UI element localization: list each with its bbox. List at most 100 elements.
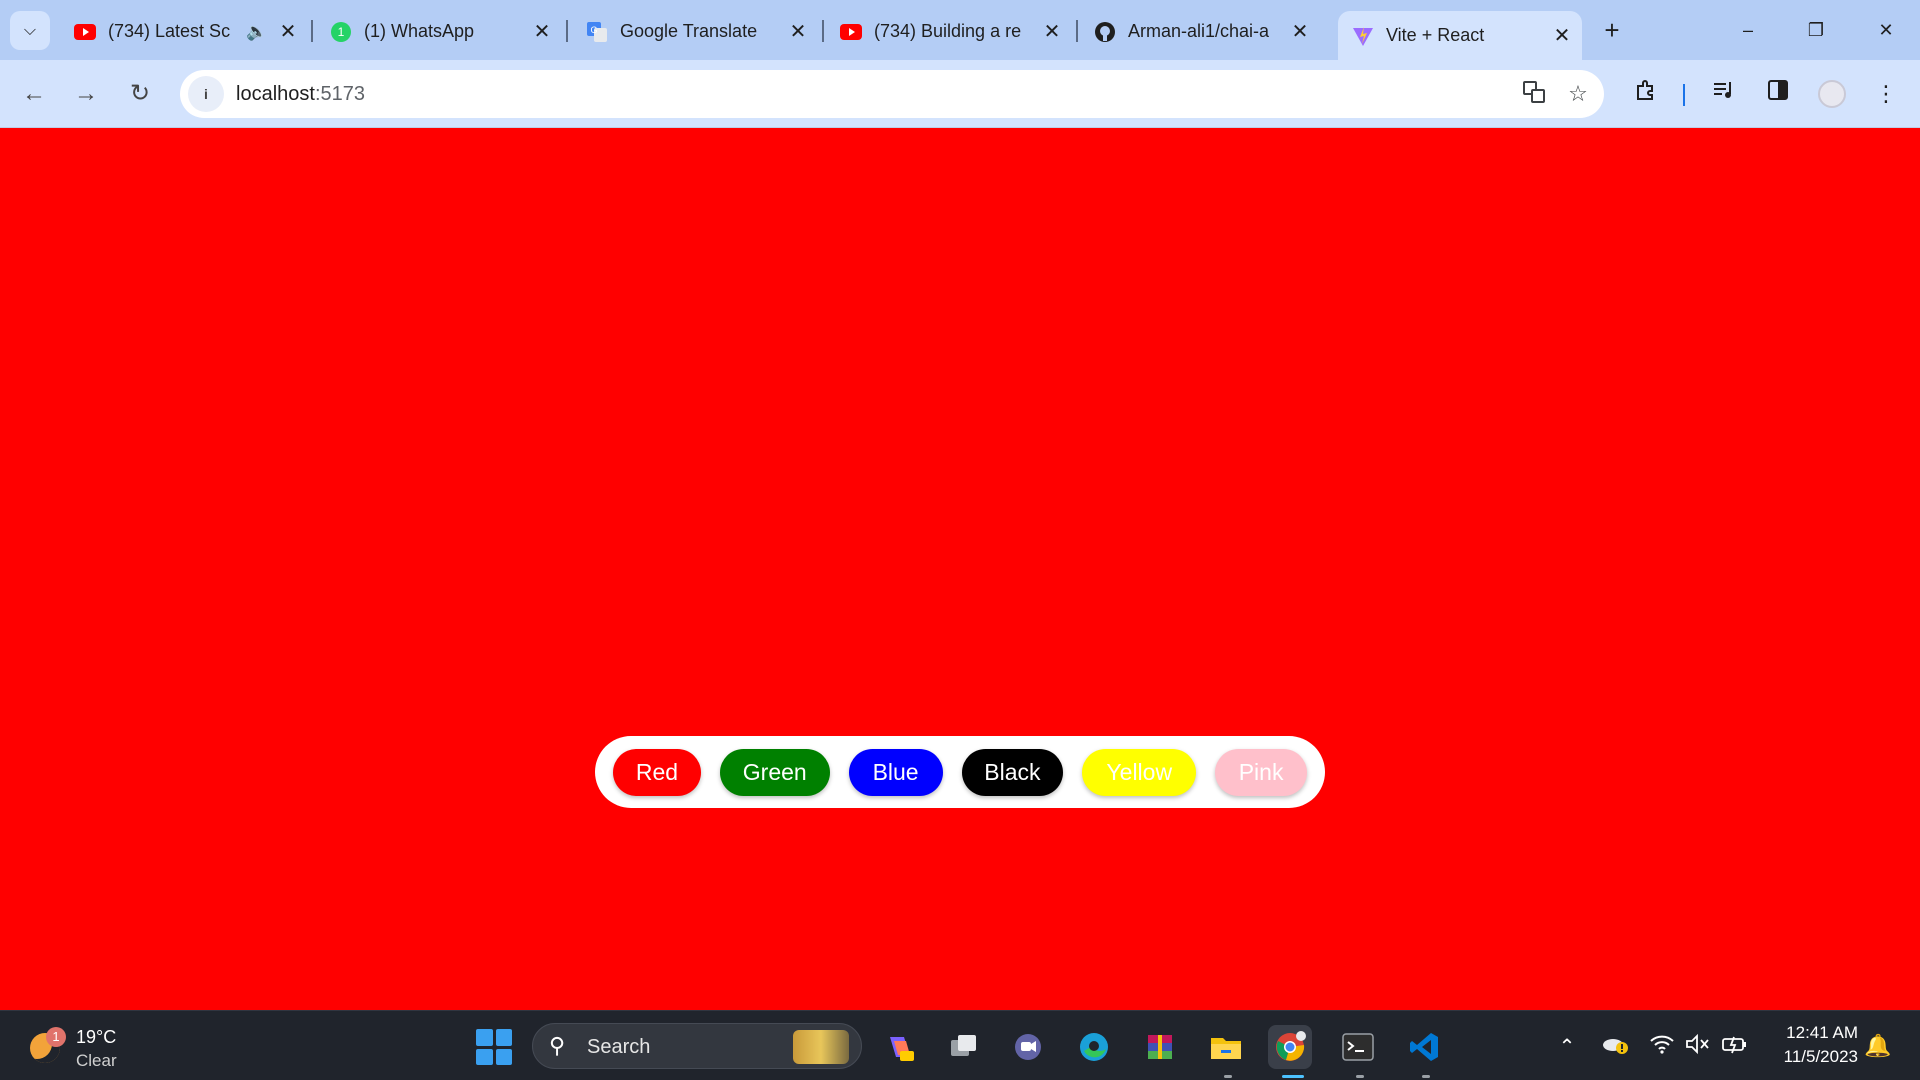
forward-button[interactable]: → <box>66 74 106 114</box>
address-port: :5173 <box>314 83 365 105</box>
youtube-icon <box>74 21 96 43</box>
weather-temp: 19°C <box>76 1027 117 1047</box>
browser-toolbar: ← → ↻ i localhost:5173 ☆ ⋮ <box>0 60 1920 128</box>
close-window-button[interactable]: ✕ <box>1866 14 1906 46</box>
restore-button[interactable]: ❐ <box>1796 14 1836 46</box>
copilot-icon[interactable] <box>878 1025 922 1069</box>
taskbar-search[interactable]: ⚲ Search <box>532 1023 862 1069</box>
google-translate-icon: G <box>586 21 608 43</box>
close-tab-icon[interactable]: ✕ <box>276 19 300 44</box>
reload-button[interactable]: ↻ <box>120 74 160 114</box>
tab-title: Google Translate <box>620 21 758 41</box>
tab-separator <box>566 20 568 42</box>
battery-charging-icon[interactable] <box>1720 1033 1750 1061</box>
tab-github[interactable]: Arman-ali1/chai-a ✕ <box>1080 11 1320 52</box>
tab-vite-react[interactable]: Vite + React ✕ <box>1338 11 1582 60</box>
tab-whatsapp[interactable]: 1 (1) WhatsApp ✕ <box>316 11 562 52</box>
tab-title: (734) Building a re <box>874 21 1022 41</box>
color-button-blue[interactable]: Blue <box>848 748 943 796</box>
toolbar-divider <box>1683 84 1685 106</box>
onedrive-warning-icon[interactable] <box>1600 1033 1630 1061</box>
terminal-icon[interactable] <box>1336 1025 1380 1069</box>
address-host: localhost <box>236 83 315 105</box>
color-button-bar: Red Green Blue Black Yellow Pink <box>595 736 1325 808</box>
close-tab-icon[interactable]: ✕ <box>786 19 810 44</box>
tab-title: (1) WhatsApp <box>364 21 475 41</box>
notification-bell-icon[interactable]: 🔔 <box>1864 1033 1891 1059</box>
close-tab-icon[interactable]: ✕ <box>1288 19 1312 44</box>
weather-badge: 1 <box>46 1027 66 1047</box>
task-view-icon[interactable] <box>942 1025 986 1069</box>
search-icon: ⚲ <box>549 1033 566 1058</box>
color-button-black[interactable]: Black <box>961 748 1064 796</box>
menu-kebab-icon[interactable]: ⋮ <box>1870 78 1902 110</box>
whatsapp-icon: 1 <box>330 21 352 43</box>
windows-logo-tile <box>495 1048 512 1065</box>
tab-title: Vite + React <box>1386 25 1485 45</box>
extensions-icon[interactable] <box>1630 78 1662 110</box>
color-button-pink[interactable]: Pink <box>1215 748 1307 796</box>
start-button[interactable] <box>476 1029 512 1065</box>
arrow-left-icon: ← <box>22 80 46 107</box>
vite-icon <box>1352 25 1374 47</box>
speaker-icon[interactable]: 🔈 <box>246 22 268 42</box>
search-highlight-image <box>793 1030 849 1064</box>
edge-icon[interactable] <box>1072 1025 1116 1069</box>
reload-icon: ↻ <box>129 80 151 107</box>
running-indicator <box>1422 1075 1430 1078</box>
side-panel-icon[interactable] <box>1762 78 1794 110</box>
vscode-icon[interactable] <box>1402 1025 1446 1069</box>
github-icon <box>1094 21 1116 43</box>
close-tab-icon[interactable]: ✕ <box>1040 19 1064 44</box>
tab-youtube-building[interactable]: (734) Building a re ✕ <box>826 11 1072 52</box>
back-button[interactable]: ← <box>14 74 54 114</box>
tab-title: Arman-ali1/chai-a <box>1128 21 1270 41</box>
svg-text:G: G <box>590 25 597 35</box>
minimize-button[interactable]: – <box>1728 14 1768 46</box>
youtube-icon <box>840 21 862 43</box>
new-tab-button[interactable]: + <box>1596 15 1628 47</box>
weather-condition: Clear <box>76 1051 117 1070</box>
address-url[interactable]: localhost:5173 <box>236 83 365 106</box>
weather-widget[interactable]: 1 19°C Clear <box>24 1023 134 1071</box>
clock-date: 11/5/2023 <box>1783 1047 1858 1066</box>
tab-title: (734) Latest Sc <box>108 21 231 41</box>
active-indicator <box>1282 1075 1304 1078</box>
translate-page-icon[interactable] <box>1520 80 1548 108</box>
color-button-red[interactable]: Red <box>613 748 701 796</box>
tab-search-button[interactable]: ⌵ <box>10 11 50 50</box>
page-background <box>0 129 1920 1010</box>
tab-separator <box>1076 20 1078 42</box>
tab-separator <box>822 20 824 42</box>
running-indicator <box>1356 1075 1364 1078</box>
winrar-icon[interactable] <box>1138 1025 1182 1069</box>
running-indicator <box>1224 1075 1232 1078</box>
close-tab-icon[interactable]: ✕ <box>1550 23 1574 48</box>
wifi-icon[interactable] <box>1648 1033 1676 1061</box>
taskbar-clock[interactable]: 12:41 AM 11/5/2023 <box>1762 1021 1858 1069</box>
windows-logo-tile <box>495 1029 512 1046</box>
whatsapp-badge: 1 <box>338 25 345 39</box>
chrome-icon[interactable] <box>1268 1025 1312 1069</box>
color-button-green[interactable]: Green <box>719 748 830 796</box>
file-explorer-icon[interactable] <box>1204 1025 1248 1069</box>
profile-avatar[interactable] <box>1818 80 1846 108</box>
color-button-yellow[interactable]: Yellow <box>1082 748 1197 796</box>
bookmark-star-icon[interactable]: ☆ <box>1564 80 1592 108</box>
arrow-right-icon: → <box>74 80 98 107</box>
windows-logo-tile <box>476 1029 493 1046</box>
tab-google-translate[interactable]: G Google Translate ✕ <box>572 11 818 52</box>
windows-taskbar: 1 19°C Clear ⚲ Search ⌃ 12:41 AM 11/5/20… <box>0 1010 1920 1080</box>
address-bar[interactable]: i localhost:5173 ☆ <box>180 70 1604 118</box>
tray-overflow-chevron-icon[interactable]: ⌃ <box>1554 1033 1580 1061</box>
chevron-down-icon: ⌵ <box>23 21 37 39</box>
windows-logo-tile <box>476 1048 493 1065</box>
tab-youtube-latest[interactable]: (734) Latest Sc 🔈 ✕ <box>60 11 308 52</box>
site-info-icon[interactable]: i <box>188 76 224 112</box>
taskbar-search-label: Search <box>587 1036 651 1058</box>
speaker-muted-icon[interactable] <box>1684 1033 1712 1061</box>
close-tab-icon[interactable]: ✕ <box>530 19 554 44</box>
media-control-icon[interactable] <box>1708 78 1740 110</box>
teams-chat-icon[interactable] <box>1006 1025 1050 1069</box>
tab-separator <box>311 20 313 42</box>
